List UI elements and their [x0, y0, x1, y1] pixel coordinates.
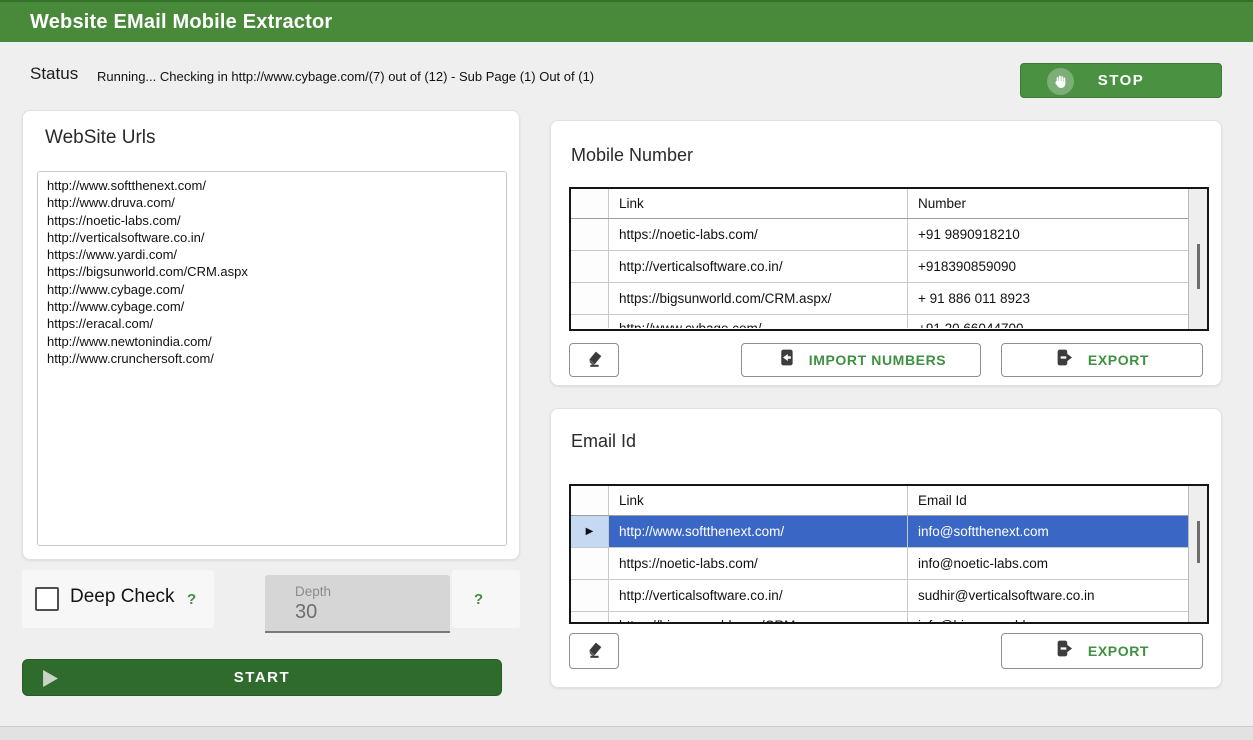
number-cell[interactable]: + 91 886 011 8923: [908, 283, 1188, 314]
export-emails-label: EXPORT: [1088, 643, 1149, 659]
link-cell[interactable]: https://bigsunworld.com/CRM.aspx/: [609, 283, 908, 314]
depth-field-value: 30: [295, 601, 317, 624]
email-cell[interactable]: info@noetic-labs.com: [908, 548, 1188, 579]
vertical-scrollbar[interactable]: [1188, 486, 1207, 622]
clear-email-button[interactable]: [569, 633, 619, 669]
website-urls-panel: WebSite Urls http://www.softthenext.com/…: [22, 110, 520, 560]
import-icon: [776, 347, 797, 373]
link-cell[interactable]: http://www.softthenext.com/: [609, 516, 908, 547]
import-numbers-label: IMPORT NUMBERS: [809, 352, 947, 368]
table-row-clipped[interactable]: https://bigsunworld.com/CRM.aspx info@bi…: [571, 612, 1188, 624]
email-cell[interactable]: info@softthenext.com: [908, 516, 1188, 547]
email-table-header-row: Link Email Id: [571, 486, 1188, 516]
number-cell[interactable]: +918390859090: [908, 251, 1188, 282]
mobile-number-table: Link Number https://noetic-labs.com/ +91…: [569, 187, 1209, 331]
email-id-panel: Email Id Link Email Id ▶ http://www.soft…: [550, 408, 1222, 688]
status-message: Running... Checking in http://www.cybage…: [97, 69, 594, 84]
depth-help-icon[interactable]: ?: [474, 591, 483, 608]
email-col-link: Link: [609, 486, 908, 515]
title-bar: Website EMail Mobile Extractor: [0, 0, 1253, 42]
current-row-arrow-icon: ▶: [586, 526, 594, 537]
stop-button-label: STOP: [1098, 72, 1145, 89]
mobile-col-link: Link: [609, 189, 908, 218]
table-row[interactable]: http://verticalsoftware.co.in/ sudhir@ve…: [571, 580, 1188, 612]
row-header[interactable]: [571, 612, 609, 624]
link-cell[interactable]: http://verticalsoftware.co.in/: [609, 251, 908, 282]
mobile-col-number: Number: [908, 189, 1188, 218]
mobile-number-title: Mobile Number: [571, 145, 693, 166]
current-row-header[interactable]: ▶: [571, 516, 609, 547]
stop-button[interactable]: STOP: [1020, 63, 1222, 98]
table-row[interactable]: https://noetic-labs.com/ info@noetic-lab…: [571, 548, 1188, 580]
row-header[interactable]: [571, 219, 609, 250]
start-button[interactable]: START: [22, 659, 502, 696]
table-row-clipped[interactable]: http://www.cybage.com/ +91 20 66044700: [571, 315, 1188, 328]
row-header-corner: [571, 189, 609, 218]
table-row[interactable]: https://noetic-labs.com/ +91 9890918210: [571, 219, 1188, 251]
vertical-scrollbar[interactable]: [1188, 189, 1207, 329]
import-numbers-button[interactable]: IMPORT NUMBERS: [741, 343, 981, 377]
app-title: Website EMail Mobile Extractor: [30, 11, 332, 34]
email-col-emailid: Email Id: [908, 486, 1188, 515]
table-row[interactable]: https://bigsunworld.com/CRM.aspx/ + 91 8…: [571, 283, 1188, 315]
website-urls-input[interactable]: http://www.softthenext.com/ http://www.d…: [37, 171, 507, 546]
row-header[interactable]: [571, 580, 609, 611]
depth-help-backing: [452, 570, 520, 628]
table-row[interactable]: http://verticalsoftware.co.in/ +91839085…: [571, 251, 1188, 283]
status-label: Status: [30, 64, 78, 84]
window-footer: [0, 726, 1253, 740]
export-icon: [1055, 638, 1076, 664]
export-icon: [1055, 347, 1076, 373]
mobile-table-header-row: Link Number: [571, 189, 1188, 219]
mobile-number-panel: Mobile Number Link Number https://noetic…: [550, 120, 1222, 386]
row-header-corner: [571, 486, 609, 515]
row-header[interactable]: [571, 548, 609, 579]
deep-check-label: Deep Check: [70, 586, 175, 608]
link-cell[interactable]: https://noetic-labs.com/: [609, 548, 908, 579]
clear-mobile-button[interactable]: [569, 343, 619, 377]
scrollbar-thumb[interactable]: [1197, 521, 1200, 563]
start-button-label: START: [234, 669, 290, 686]
export-numbers-button[interactable]: EXPORT: [1001, 343, 1203, 377]
depth-field-label: Depth: [295, 584, 331, 599]
export-numbers-label: EXPORT: [1088, 352, 1149, 368]
depth-field[interactable]: Depth 30: [265, 575, 450, 633]
website-urls-title: WebSite Urls: [45, 127, 156, 149]
row-header[interactable]: [571, 315, 609, 328]
hand-icon: [1047, 68, 1074, 95]
email-id-title: Email Id: [571, 431, 636, 452]
email-cell[interactable]: info@bigsunworld.com: [908, 612, 1188, 624]
link-cell[interactable]: http://www.cybage.com/: [609, 315, 908, 328]
eraser-icon: [583, 347, 605, 374]
row-header[interactable]: [571, 251, 609, 282]
deep-check-checkbox[interactable]: [35, 587, 59, 611]
link-cell[interactable]: http://verticalsoftware.co.in/: [609, 580, 908, 611]
link-cell[interactable]: https://noetic-labs.com/: [609, 219, 908, 250]
eraser-icon: [583, 638, 605, 665]
email-id-table: Link Email Id ▶ http://www.softthenext.c…: [569, 484, 1209, 624]
deep-check-help-icon[interactable]: ?: [187, 591, 196, 608]
row-header[interactable]: [571, 283, 609, 314]
number-cell[interactable]: +91 9890918210: [908, 219, 1188, 250]
table-row-selected[interactable]: ▶ http://www.softthenext.com/ info@softt…: [571, 516, 1188, 548]
email-cell[interactable]: sudhir@verticalsoftware.co.in: [908, 580, 1188, 611]
export-emails-button[interactable]: EXPORT: [1001, 633, 1203, 669]
play-icon: [43, 670, 58, 692]
scrollbar-thumb[interactable]: [1197, 244, 1200, 289]
number-cell[interactable]: +91 20 66044700: [908, 315, 1188, 328]
link-cell[interactable]: https://bigsunworld.com/CRM.aspx: [609, 612, 908, 624]
